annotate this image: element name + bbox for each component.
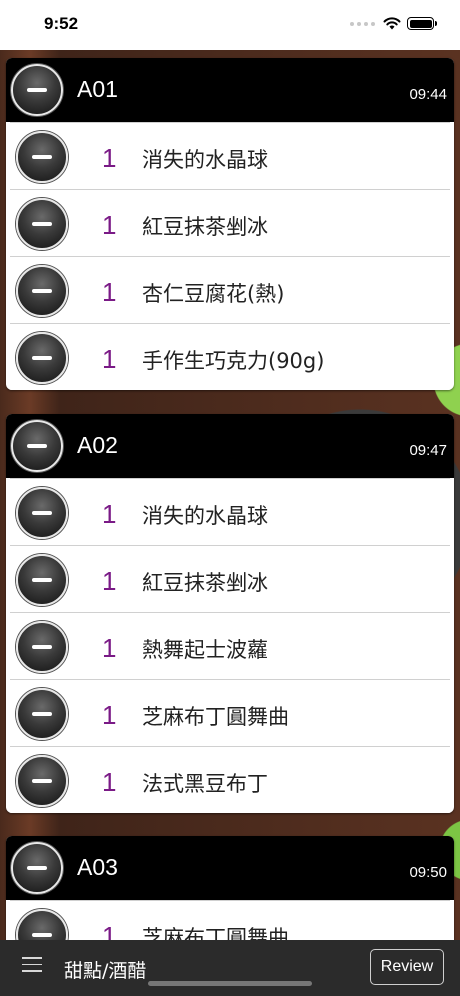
signal-dots-icon <box>350 21 375 26</box>
order-time: 09:50 <box>409 864 447 881</box>
item-name: 手作生巧克力(90g) <box>142 349 325 373</box>
order-time: 09:47 <box>409 442 447 459</box>
item-name: 芝麻布丁圓舞曲 <box>142 926 289 940</box>
minus-circle-icon[interactable] <box>16 198 68 250</box>
order-item-row: 1 熱舞起士波蘿 <box>10 612 450 679</box>
minus-circle-icon[interactable] <box>16 131 68 183</box>
status-icons <box>350 17 437 30</box>
order-header: A03 09:50 <box>6 836 454 900</box>
item-quantity: 1 <box>102 700 117 730</box>
item-name: 消失的水晶球 <box>142 504 268 528</box>
order-card: A01 09:44 1 消失的水晶球 1 紅豆抹茶剉冰 1 杏仁豆腐花(熱) 1… <box>6 58 454 390</box>
item-name: 紅豆抹茶剉冰 <box>142 215 268 239</box>
order-item-row: 1 紅豆抹茶剉冰 <box>10 189 450 256</box>
minus-circle-icon[interactable] <box>16 554 68 606</box>
item-quantity: 1 <box>102 566 117 596</box>
minus-circle-icon[interactable] <box>11 420 63 472</box>
order-item-row: 1 手作生巧克力(90g) <box>10 323 450 390</box>
item-quantity: 1 <box>102 344 117 374</box>
orders-list[interactable]: A01 09:44 1 消失的水晶球 1 紅豆抹茶剉冰 1 杏仁豆腐花(熱) 1… <box>0 50 460 940</box>
order-time: 09:44 <box>409 86 447 103</box>
battery-icon <box>407 17 437 30</box>
item-quantity: 1 <box>102 767 117 797</box>
order-item-row: 1 杏仁豆腐花(熱) <box>10 256 450 323</box>
item-quantity: 1 <box>102 633 117 663</box>
item-quantity: 1 <box>102 921 117 940</box>
item-quantity: 1 <box>102 499 117 529</box>
order-card: A02 09:47 1 消失的水晶球 1 紅豆抹茶剉冰 1 熱舞起士波蘿 1 芝… <box>6 414 454 813</box>
minus-circle-icon[interactable] <box>16 332 68 384</box>
order-item-row: 1 芝麻布丁圓舞曲 <box>10 679 450 746</box>
item-quantity: 1 <box>102 277 117 307</box>
item-name: 芝麻布丁圓舞曲 <box>142 705 289 729</box>
bottom-toolbar: 甜點/酒醋 Review <box>0 940 460 996</box>
status-time: 9:52 <box>44 14 79 33</box>
item-name: 熱舞起士波蘿 <box>142 638 268 662</box>
order-item-row: 1 法式黑豆布丁 <box>10 746 450 813</box>
minus-circle-icon[interactable] <box>16 621 68 673</box>
minus-circle-icon[interactable] <box>16 909 68 940</box>
minus-circle-icon[interactable] <box>16 487 68 539</box>
minus-circle-icon[interactable] <box>11 64 63 116</box>
order-card: A03 09:50 1 芝麻布丁圓舞曲 <box>6 836 454 940</box>
table-number: A02 <box>77 432 118 458</box>
home-indicator <box>148 981 312 986</box>
table-number: A03 <box>77 854 118 880</box>
review-button[interactable]: Review <box>370 949 444 985</box>
minus-circle-icon[interactable] <box>16 265 68 317</box>
item-name: 杏仁豆腐花(熱) <box>142 282 285 306</box>
order-item-row: 1 消失的水晶球 <box>10 478 450 545</box>
order-item-row: 1 紅豆抹茶剉冰 <box>10 545 450 612</box>
minus-circle-icon[interactable] <box>16 688 68 740</box>
order-header: A01 09:44 <box>6 58 454 122</box>
wifi-icon <box>383 17 401 30</box>
hamburger-menu-icon[interactable] <box>22 957 42 973</box>
status-bar: 9:52 <box>0 0 460 50</box>
category-label[interactable]: 甜點/酒醋 <box>64 956 146 983</box>
item-name: 消失的水晶球 <box>142 148 268 172</box>
table-number: A01 <box>77 76 118 102</box>
order-item-row: 1 芝麻布丁圓舞曲 <box>10 900 450 940</box>
minus-circle-icon[interactable] <box>11 842 63 894</box>
item-name: 紅豆抹茶剉冰 <box>142 571 268 595</box>
item-quantity: 1 <box>102 210 117 240</box>
minus-circle-icon[interactable] <box>16 755 68 807</box>
item-name: 法式黑豆布丁 <box>142 772 268 796</box>
order-header: A02 09:47 <box>6 414 454 478</box>
order-item-row: 1 消失的水晶球 <box>10 122 450 189</box>
item-quantity: 1 <box>102 143 117 173</box>
